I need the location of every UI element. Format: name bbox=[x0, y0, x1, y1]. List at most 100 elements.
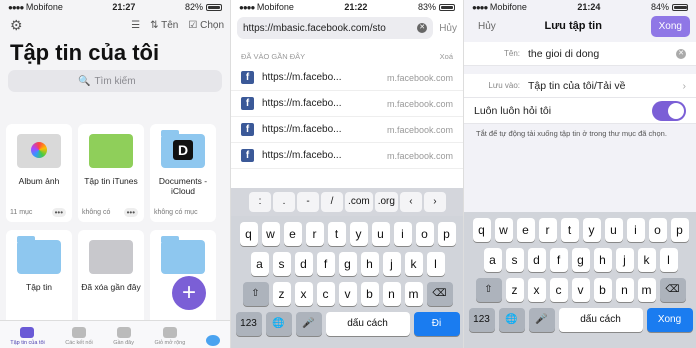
tile-recently-deleted[interactable]: Đã xóa gần đây bbox=[78, 230, 144, 328]
key[interactable]: k bbox=[637, 248, 656, 272]
key[interactable]: r bbox=[305, 222, 324, 246]
key[interactable]: p bbox=[670, 218, 689, 242]
tab-my-files[interactable]: Tập tin của tôi bbox=[10, 327, 45, 346]
key[interactable]: n bbox=[382, 282, 401, 306]
key[interactable]: x bbox=[294, 282, 313, 306]
key[interactable]: y bbox=[349, 222, 368, 246]
add-button[interactable]: + bbox=[172, 276, 206, 310]
cancel-button[interactable]: Hủy bbox=[439, 23, 457, 34]
microphone-icon[interactable]: 🎤 bbox=[295, 312, 322, 336]
url-input[interactable]: https://mbasic.facebook.com/sto ✕ bbox=[237, 17, 434, 39]
clear-icon[interactable]: ✕ bbox=[676, 48, 686, 59]
history-item[interactable]: f https://m.facebo... m.facebook.com bbox=[231, 143, 463, 169]
key[interactable]: d bbox=[294, 252, 313, 276]
key[interactable]: j bbox=[382, 252, 401, 276]
next-icon[interactable]: › bbox=[423, 192, 446, 212]
key[interactable]: j bbox=[615, 248, 634, 272]
globe-icon[interactable]: 🌐 bbox=[498, 308, 525, 332]
key[interactable]: h bbox=[360, 252, 379, 276]
key[interactable]: b bbox=[593, 278, 612, 302]
microphone-icon[interactable]: 🎤 bbox=[528, 308, 555, 332]
numbers-key[interactable]: 123 bbox=[235, 312, 262, 336]
key[interactable]: d bbox=[527, 248, 546, 272]
filename-field[interactable]: the gioi di dong ✕ bbox=[528, 48, 686, 60]
key-dash[interactable]: - bbox=[297, 192, 320, 212]
key-colon[interactable]: : bbox=[249, 192, 272, 212]
key[interactable]: q bbox=[239, 222, 258, 246]
key[interactable]: t bbox=[560, 218, 579, 242]
key[interactable]: g bbox=[571, 248, 590, 272]
key[interactable]: k bbox=[404, 252, 423, 276]
key-period[interactable]: . bbox=[273, 192, 296, 212]
list-view-icon[interactable]: ☰ bbox=[131, 20, 140, 31]
key[interactable]: x bbox=[527, 278, 546, 302]
clear-history-button[interactable]: Xoá bbox=[440, 52, 453, 61]
done-key[interactable]: Xong bbox=[646, 308, 693, 332]
shift-key[interactable]: ⇧ bbox=[475, 278, 502, 302]
tile-itunes[interactable]: Tập tin iTunes không có ••• bbox=[78, 124, 144, 222]
key[interactable]: w bbox=[494, 218, 513, 242]
done-button[interactable]: Xong bbox=[650, 15, 690, 37]
key[interactable]: m bbox=[637, 278, 656, 302]
clear-icon[interactable]: ✕ bbox=[417, 23, 428, 33]
always-ask-toggle[interactable] bbox=[652, 100, 686, 121]
key[interactable]: l bbox=[426, 252, 445, 276]
history-item[interactable]: f https://m.facebo... m.facebook.com bbox=[231, 117, 463, 143]
select-button[interactable]: ☑ Chọn bbox=[188, 20, 224, 31]
delete-key[interactable]: ⌫ bbox=[659, 278, 686, 302]
key[interactable]: w bbox=[261, 222, 280, 246]
key[interactable]: o bbox=[648, 218, 667, 242]
delete-key[interactable]: ⌫ bbox=[426, 282, 453, 306]
key-dotorg[interactable]: .org bbox=[374, 192, 398, 212]
more-icon[interactable]: ••• bbox=[51, 208, 66, 217]
save-location-row[interactable]: Lưu vào: Tập tin của tôi/Tải về › bbox=[464, 74, 696, 98]
key[interactable]: s bbox=[505, 248, 524, 272]
key[interactable]: r bbox=[538, 218, 557, 242]
key[interactable]: n bbox=[615, 278, 634, 302]
history-item[interactable]: f https://m.facebo... m.facebook.com bbox=[231, 65, 463, 91]
key[interactable]: z bbox=[505, 278, 524, 302]
key[interactable]: t bbox=[327, 222, 346, 246]
key[interactable]: b bbox=[360, 282, 379, 306]
tab-recent[interactable]: Gần đây bbox=[113, 327, 134, 346]
key[interactable]: f bbox=[549, 248, 568, 272]
key[interactable]: f bbox=[316, 252, 335, 276]
shift-key[interactable]: ⇧ bbox=[242, 282, 269, 306]
tab-browser[interactable] bbox=[205, 335, 220, 346]
key[interactable]: o bbox=[415, 222, 434, 246]
tile-album[interactable]: Album ảnh 11 mục ••• bbox=[6, 124, 72, 222]
key[interactable]: y bbox=[582, 218, 601, 242]
key[interactable]: z bbox=[272, 282, 291, 306]
history-item[interactable]: f https://m.facebo... m.facebook.com bbox=[231, 91, 463, 117]
key[interactable]: p bbox=[437, 222, 456, 246]
numbers-key[interactable]: 123 bbox=[468, 308, 495, 332]
key[interactable]: a bbox=[483, 248, 502, 272]
more-icon[interactable]: ••• bbox=[123, 208, 138, 217]
tab-connections[interactable]: Các kết nối bbox=[65, 327, 93, 346]
key-slash[interactable]: / bbox=[321, 192, 344, 212]
settings-icon[interactable]: ⚙ bbox=[10, 17, 23, 34]
space-key[interactable]: dấu cách bbox=[325, 312, 410, 336]
key[interactable]: s bbox=[272, 252, 291, 276]
key[interactable]: m bbox=[404, 282, 423, 306]
globe-icon[interactable]: 🌐 bbox=[265, 312, 292, 336]
search-input[interactable]: 🔍 Tìm kiếm bbox=[8, 70, 222, 92]
key[interactable]: i bbox=[626, 218, 645, 242]
key[interactable]: g bbox=[338, 252, 357, 276]
key[interactable]: q bbox=[472, 218, 491, 242]
go-key[interactable]: Đi bbox=[413, 312, 460, 336]
key[interactable]: v bbox=[571, 278, 590, 302]
key[interactable]: i bbox=[393, 222, 412, 246]
key[interactable]: e bbox=[283, 222, 302, 246]
tile-files[interactable]: Tập tin bbox=[6, 230, 72, 328]
key[interactable]: u bbox=[604, 218, 623, 242]
key[interactable]: c bbox=[549, 278, 568, 302]
key[interactable]: u bbox=[371, 222, 390, 246]
key-dotcom[interactable]: .com bbox=[345, 192, 373, 212]
key[interactable]: a bbox=[250, 252, 269, 276]
tab-extensions[interactable]: Giỏ mở rộng bbox=[154, 327, 185, 346]
cancel-button[interactable]: Hủy bbox=[478, 21, 496, 32]
space-key[interactable]: dấu cách bbox=[558, 308, 643, 332]
key[interactable]: l bbox=[659, 248, 678, 272]
key[interactable]: c bbox=[316, 282, 335, 306]
